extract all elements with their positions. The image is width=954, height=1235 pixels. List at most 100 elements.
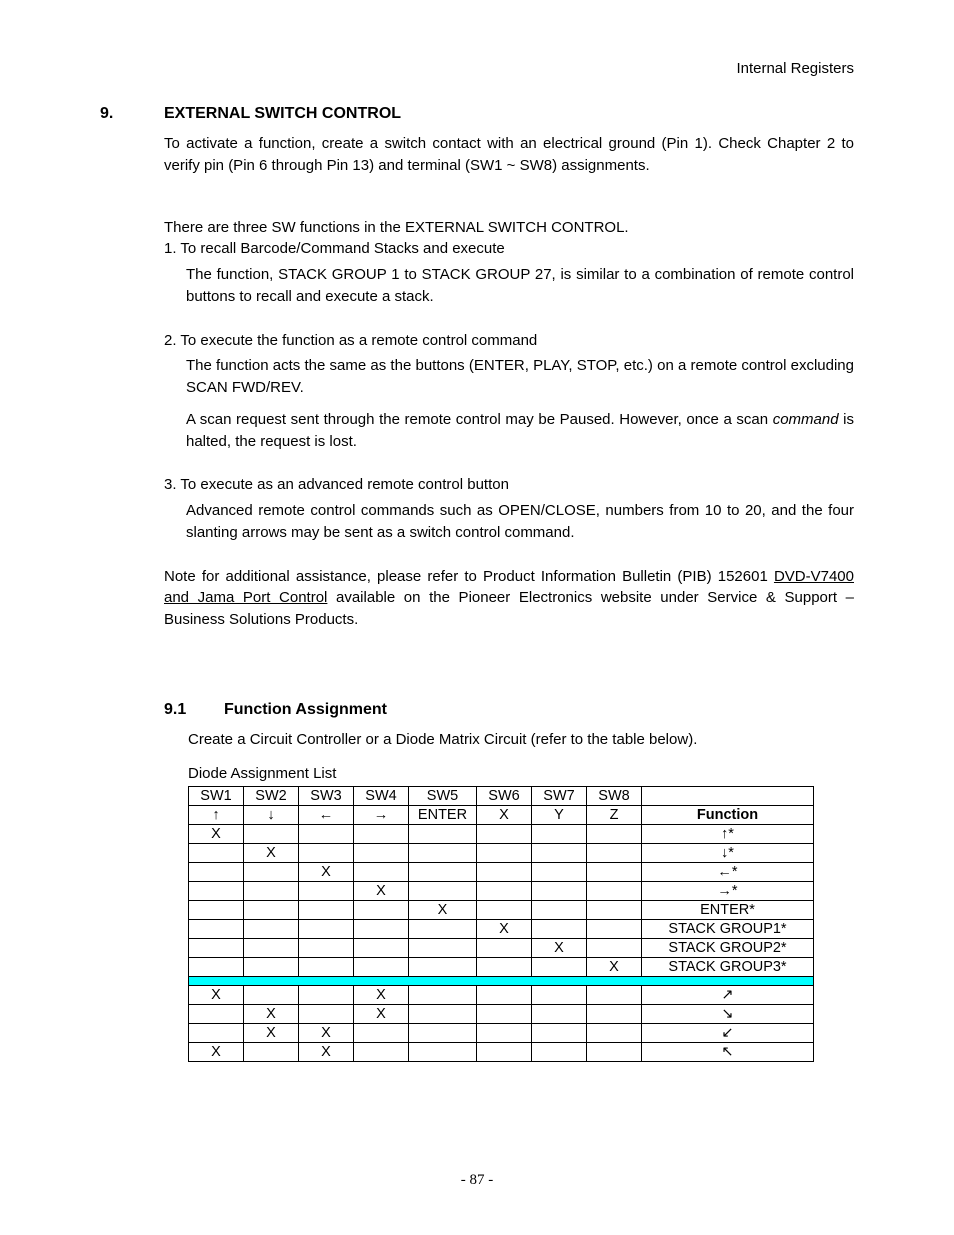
sw-cell	[409, 1023, 477, 1042]
sw-cell	[477, 985, 532, 1004]
table-row: X↑*	[189, 824, 814, 843]
fn-cell: ENTER*	[642, 900, 814, 919]
sw-cell	[299, 938, 354, 957]
sw-cell	[299, 957, 354, 976]
sw-cell	[189, 938, 244, 957]
sw-cell	[299, 900, 354, 919]
sw-cell	[587, 881, 642, 900]
sw-cell	[477, 862, 532, 881]
sw-cell	[532, 985, 587, 1004]
section-title: EXTERNAL SWITCH CONTROL	[164, 105, 401, 123]
th-function-blank	[642, 786, 814, 805]
sw-cell	[189, 1023, 244, 1042]
sw-cell: X	[409, 900, 477, 919]
sw-cell	[587, 1023, 642, 1042]
list-item-3-body: Advanced remote control commands such as…	[186, 500, 854, 544]
table-row: X↓*	[189, 843, 814, 862]
table-header-row-1: SW1 SW2 SW3 SW4 SW5 SW6 SW7 SW8	[189, 786, 814, 805]
table-row: XX↘	[189, 1004, 814, 1023]
list-item-1-body: The function, STACK GROUP 1 to STACK GRO…	[186, 264, 854, 308]
text-span: Note for additional assistance, please r…	[164, 568, 774, 585]
sw-cell	[477, 1004, 532, 1023]
fn-cell: →*	[642, 881, 814, 900]
sw-cell	[477, 881, 532, 900]
sw-cell	[244, 824, 299, 843]
sw-cell	[354, 824, 409, 843]
hdr-left-icon: ←	[299, 805, 354, 824]
table-row: XX↗	[189, 985, 814, 1004]
list-item-2-body-1: The function acts the same as the button…	[186, 355, 854, 399]
sw-cell	[244, 881, 299, 900]
hdr-z: Z	[587, 805, 642, 824]
sw-cell	[189, 862, 244, 881]
th-sw5: SW5	[409, 786, 477, 805]
page-footer: - 87 -	[0, 1172, 954, 1189]
sw-cell	[244, 938, 299, 957]
sw-cell	[354, 957, 409, 976]
sw-cell: X	[244, 1023, 299, 1042]
sw-cell	[587, 843, 642, 862]
sw-cell	[532, 1042, 587, 1061]
sw-cell: X	[244, 1004, 299, 1023]
sw-cell	[532, 881, 587, 900]
sw-cell	[532, 862, 587, 881]
sw-cell	[189, 881, 244, 900]
sw-cell	[299, 843, 354, 862]
hdr-enter: ENTER	[409, 805, 477, 824]
sw-cell	[532, 900, 587, 919]
sw-cell	[477, 938, 532, 957]
sw-cell	[354, 1023, 409, 1042]
table-row: X X ↖	[189, 1042, 814, 1061]
subsection-paragraph: Create a Circuit Controller or a Diode M…	[188, 729, 854, 751]
sw-cell	[299, 824, 354, 843]
sw-cell	[299, 919, 354, 938]
sw-cell: X	[354, 985, 409, 1004]
fn-cell: STACK GROUP2*	[642, 938, 814, 957]
sw-cell	[189, 1004, 244, 1023]
subsection-title: Function Assignment	[224, 701, 387, 719]
subsection-number: 9.1	[164, 701, 224, 719]
sw-cell	[409, 919, 477, 938]
sw-cell	[587, 985, 642, 1004]
hdr-function: Function	[642, 805, 814, 824]
sw-cell	[244, 919, 299, 938]
table-row: X←*	[189, 862, 814, 881]
sw-cell: X	[189, 824, 244, 843]
sw-cell: X	[299, 1023, 354, 1042]
hdr-y: Y	[532, 805, 587, 824]
sw-cell	[354, 938, 409, 957]
sw-cell: X	[189, 1042, 244, 1061]
sw-cell	[189, 919, 244, 938]
fn-cell: ↓*	[642, 843, 814, 862]
sw-cell	[532, 957, 587, 976]
sw-cell	[189, 900, 244, 919]
table-header-row-2: ↑ ↓ ← → ENTER X Y Z Function	[189, 805, 814, 824]
sw-cell: X	[189, 985, 244, 1004]
th-sw2: SW2	[244, 786, 299, 805]
sw-cell: X	[532, 938, 587, 957]
fn-cell: ↖	[642, 1042, 814, 1061]
sw-cell	[477, 843, 532, 862]
sw-cell	[299, 1004, 354, 1023]
sw-cell	[409, 938, 477, 957]
sw-cell	[354, 900, 409, 919]
sw-cell	[532, 824, 587, 843]
sw-cell: X	[299, 1042, 354, 1061]
table-separator-row	[189, 976, 814, 985]
sw-cell	[532, 1023, 587, 1042]
sw-cell	[409, 824, 477, 843]
sw-cell	[587, 900, 642, 919]
list-item-2-body-2: A scan request sent through the remote c…	[186, 409, 854, 453]
list-item-2-head: 2. To execute the function as a remote c…	[164, 330, 854, 352]
section-paragraph-1: To activate a function, create a switch …	[164, 133, 854, 177]
sw-cell	[409, 1004, 477, 1023]
sw-cell	[244, 957, 299, 976]
sw-cell	[409, 881, 477, 900]
diode-assignment-table: SW1 SW2 SW3 SW4 SW5 SW6 SW7 SW8 ↑ ↓ ← → …	[188, 786, 814, 1062]
sw-cell	[587, 938, 642, 957]
th-sw8: SW8	[587, 786, 642, 805]
fn-cell: STACK GROUP3*	[642, 957, 814, 976]
list-item-1-head: 1. To recall Barcode/Command Stacks and …	[164, 238, 854, 260]
sw-cell: X	[354, 1004, 409, 1023]
table-row: X STACK GROUP2*	[189, 938, 814, 957]
